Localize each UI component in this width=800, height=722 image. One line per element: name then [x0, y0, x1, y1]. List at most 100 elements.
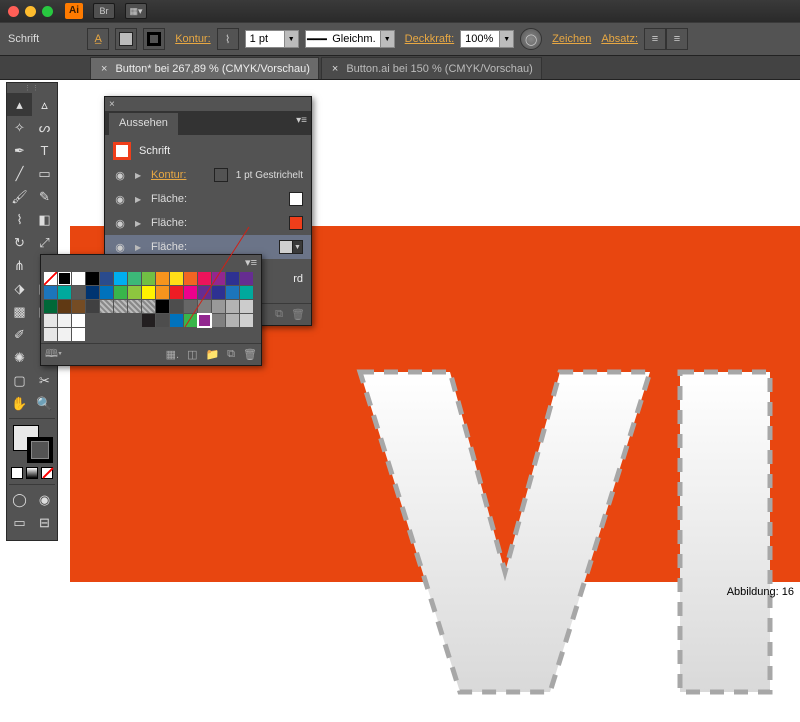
- opacity-field[interactable]: 100%▼: [460, 30, 514, 48]
- swatch-cell[interactable]: [58, 314, 71, 327]
- library-icon[interactable]: 🕮▾: [45, 345, 62, 364]
- eyedropper-tool[interactable]: ✐: [7, 323, 32, 346]
- brush-tool[interactable]: 🖌: [7, 185, 32, 208]
- zoom-tool[interactable]: 🔍: [32, 392, 57, 415]
- slice-tool[interactable]: ✂: [32, 369, 57, 392]
- scale-tool[interactable]: ⤢: [32, 231, 57, 254]
- swatch-cell[interactable]: [142, 300, 155, 313]
- type-tool[interactable]: T: [32, 139, 57, 162]
- swatch-cell[interactable]: [170, 300, 183, 313]
- fill-swatch[interactable]: [115, 28, 137, 50]
- swatch-cell[interactable]: [156, 286, 169, 299]
- swatch-cell[interactable]: [58, 328, 71, 341]
- swatch-cell[interactable]: [58, 272, 71, 285]
- swatch-cell[interactable]: [198, 314, 211, 327]
- eye-icon[interactable]: ◉: [113, 168, 127, 182]
- swatch-cell[interactable]: [184, 272, 197, 285]
- swatch-cell[interactable]: [170, 314, 183, 327]
- stroke-link-icon[interactable]: ⌇: [217, 28, 239, 50]
- swatch-cell[interactable]: [198, 272, 211, 285]
- swatch-cell[interactable]: [142, 286, 155, 299]
- swatch-cell[interactable]: [114, 272, 127, 285]
- align-left-icon[interactable]: ≡: [644, 28, 666, 50]
- swatch-cell[interactable]: [198, 300, 211, 313]
- symbol-spray-tool[interactable]: ✺: [7, 346, 32, 369]
- swatch-cell[interactable]: [226, 286, 239, 299]
- swatch-cell[interactable]: [44, 286, 57, 299]
- appearance-row-fill-1[interactable]: ◉ ▶ Fläche:: [105, 187, 311, 211]
- swatch-cell[interactable]: [240, 314, 253, 327]
- panel-tab-aussehen[interactable]: Aussehen: [109, 113, 178, 135]
- fill-stroke[interactable]: [7, 423, 57, 465]
- swatch-cell[interactable]: [44, 314, 57, 327]
- align-center-icon[interactable]: ≡: [666, 28, 688, 50]
- appearance-row-fill-2[interactable]: ◉ ▶ Fläche:: [105, 211, 311, 235]
- swatch-cell[interactable]: [156, 272, 169, 285]
- swatch-cell[interactable]: [114, 300, 127, 313]
- recolor-icon[interactable]: ◯: [520, 28, 542, 50]
- swatch-cell[interactable]: [212, 314, 225, 327]
- swatch-cell[interactable]: [142, 314, 155, 327]
- dash-dropdown[interactable]: ━━━Gleichm.▼: [305, 30, 395, 48]
- swatch-cell[interactable]: [44, 328, 57, 341]
- trash-icon[interactable]: 🗑: [291, 308, 305, 321]
- swatch-cell[interactable]: [240, 272, 253, 285]
- swatch-cell[interactable]: [100, 286, 113, 299]
- shape-builder-tool[interactable]: ⬗: [7, 277, 32, 300]
- swatch-cell[interactable]: [226, 300, 239, 313]
- new-swatch-icon[interactable]: ⧉: [227, 348, 235, 361]
- swatch-cell[interactable]: [114, 286, 127, 299]
- swatch-cell[interactable]: [184, 286, 197, 299]
- swatch-cell[interactable]: [198, 286, 211, 299]
- width-tool[interactable]: ⋔: [7, 254, 32, 277]
- swatch-cell[interactable]: [44, 272, 57, 285]
- swatch-cell[interactable]: [212, 286, 225, 299]
- swatch-cell[interactable]: [72, 300, 85, 313]
- swatch-cell[interactable]: [72, 286, 85, 299]
- swatch-cell[interactable]: [240, 300, 253, 313]
- swatch-cell[interactable]: [72, 328, 85, 341]
- none-mode[interactable]: [41, 467, 53, 479]
- gradient-mode[interactable]: [26, 467, 38, 479]
- swatch-cell[interactable]: [128, 272, 141, 285]
- swatch-cell[interactable]: [170, 286, 183, 299]
- line-tool[interactable]: ╱: [7, 162, 32, 185]
- eraser-tool[interactable]: ◧: [32, 208, 57, 231]
- eye-icon[interactable]: ◉: [113, 240, 127, 254]
- swatch-cell[interactable]: [100, 272, 113, 285]
- eye-icon[interactable]: ◉: [113, 192, 127, 206]
- swatch-cell[interactable]: [86, 272, 99, 285]
- swatch-cell[interactable]: [72, 314, 85, 327]
- layout-button[interactable]: ▦▾: [125, 3, 147, 19]
- swatch-cell[interactable]: [128, 300, 141, 313]
- stroke-swatch[interactable]: [143, 28, 165, 50]
- rectangle-tool[interactable]: ▭: [32, 162, 57, 185]
- close-dot[interactable]: [8, 6, 19, 17]
- swatch-cell[interactable]: [72, 272, 85, 285]
- duplicate-icon[interactable]: ⧉: [275, 308, 283, 321]
- swatch-cell[interactable]: [226, 272, 239, 285]
- swatch-cell[interactable]: [184, 300, 197, 313]
- blob-tool[interactable]: ⌇: [7, 208, 32, 231]
- swatch-cell[interactable]: [240, 286, 253, 299]
- magic-wand-tool[interactable]: ✧: [7, 116, 32, 139]
- draw-behind[interactable]: ◉: [32, 488, 57, 511]
- swatch-cell[interactable]: [128, 286, 141, 299]
- swatch-options-icon[interactable]: ◫: [187, 348, 197, 361]
- swatch-cell[interactable]: [58, 286, 71, 299]
- deckkraft-link[interactable]: Deckkraft:: [405, 33, 455, 45]
- hand-tool[interactable]: ✋: [7, 392, 32, 415]
- panel-menu-icon[interactable]: ▾≡: [245, 256, 257, 269]
- eye-icon[interactable]: ◉: [113, 216, 127, 230]
- swatch-cell[interactable]: [184, 314, 197, 327]
- pencil-tool[interactable]: ✎: [32, 185, 57, 208]
- direct-select-tool[interactable]: ▵: [32, 93, 57, 116]
- stroke-width-field[interactable]: 1 pt▼: [245, 30, 299, 48]
- swatch-cell[interactable]: [212, 272, 225, 285]
- close-icon[interactable]: ×: [99, 63, 109, 75]
- screen-mode[interactable]: ▭: [7, 511, 32, 534]
- draw-normal[interactable]: ◯: [7, 488, 32, 511]
- new-group-icon[interactable]: 📁: [205, 348, 219, 361]
- swatch-cell[interactable]: [142, 272, 155, 285]
- artboard-tool[interactable]: ▢: [7, 369, 32, 392]
